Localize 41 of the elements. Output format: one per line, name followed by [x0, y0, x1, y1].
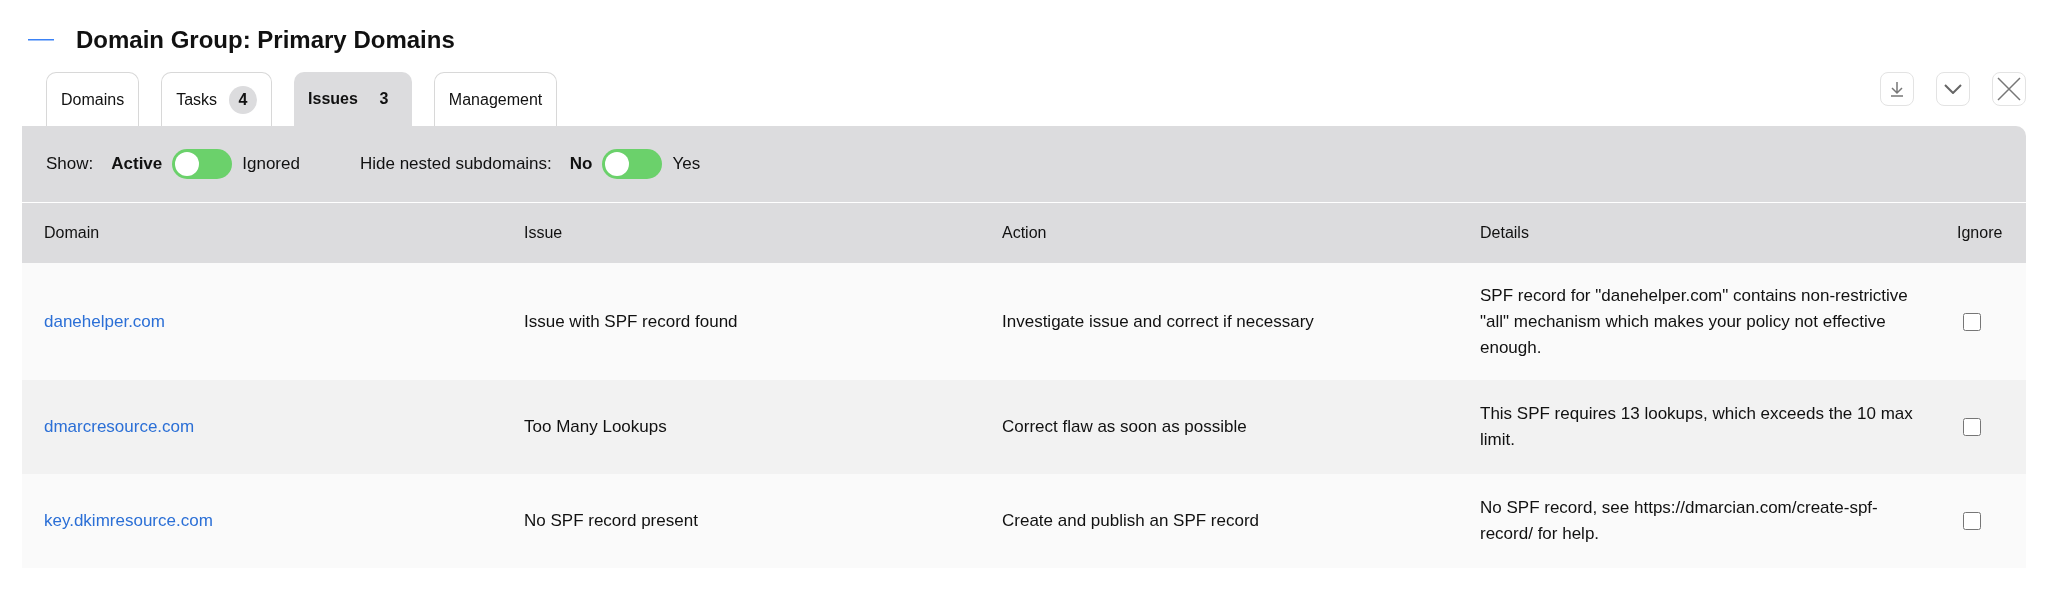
- ignore-checkbox[interactable]: [1963, 418, 1981, 436]
- table-cell-text: SPF record for "danehelper.com" contains non-restrictive "all" mechanism which makes your policy not effective enough.: [1480, 284, 1909, 359]
- close-button[interactable]: [1992, 72, 2026, 106]
- option-label[interactable]: Ignored: [242, 151, 300, 177]
- domain-link[interactable]: key.dkimresource.com: [44, 508, 213, 534]
- table-cell-text: Investigate issue and correct if necessary: [1002, 310, 1315, 333]
- page-title: Domain Group: Primary Domains: [76, 25, 455, 55]
- option-label[interactable]: Yes: [672, 151, 701, 177]
- option-label[interactable]: Active: [111, 151, 163, 177]
- toggle-switch[interactable]: [172, 149, 233, 179]
- table-cell-text: Too Many Lookups: [524, 416, 668, 438]
- table-cell-text: No SPF record, see https://dmarcian.com/create-spf-record/ for help.: [1480, 497, 1879, 545]
- column-header: Domain: [44, 223, 101, 243]
- domain-link[interactable]: danehelper.com: [44, 308, 165, 335]
- count-badge: 4: [229, 85, 258, 114]
- column-header: Issue: [524, 223, 564, 243]
- tab[interactable]: Management: [433, 72, 558, 126]
- column-header: Details: [1480, 223, 1530, 243]
- tab[interactable]: Domains: [46, 72, 140, 126]
- close-icon: [1997, 77, 2021, 101]
- count-label: 3: [378, 89, 390, 109]
- toggle-switch[interactable]: [602, 149, 663, 179]
- ignore-checkbox[interactable]: [1963, 512, 1981, 530]
- chevron-down-icon: [1944, 84, 1962, 94]
- filter-label: Show:: [46, 153, 94, 176]
- domain-link[interactable]: dmarcresource.com: [44, 414, 195, 440]
- column-header: Action: [1002, 223, 1048, 243]
- ignore-checkbox[interactable]: [1963, 312, 1981, 331]
- collapse-button[interactable]: [1936, 72, 1970, 106]
- download-button[interactable]: [1880, 72, 1914, 106]
- tab[interactable]: Issues 3: [294, 72, 412, 126]
- tab[interactable]: Tasks 4: [161, 72, 273, 126]
- table-cell-text: Create and publish an SPF record: [1002, 510, 1261, 532]
- column-header: Ignore: [1957, 223, 2004, 243]
- table-cell-text: Issue with SPF record found: [524, 310, 739, 333]
- table-cell-text: This SPF requires 13 lookups, which exceeds the 10 max limit.: [1480, 403, 1914, 451]
- table-cell-text: No SPF record present: [524, 510, 699, 532]
- option-label[interactable]: No: [569, 151, 593, 177]
- table-cell-text: Correct flaw as soon as possible: [1002, 416, 1248, 438]
- download-icon: [1888, 80, 1906, 98]
- filter-label: Hide nested subdomains:: [359, 153, 552, 176]
